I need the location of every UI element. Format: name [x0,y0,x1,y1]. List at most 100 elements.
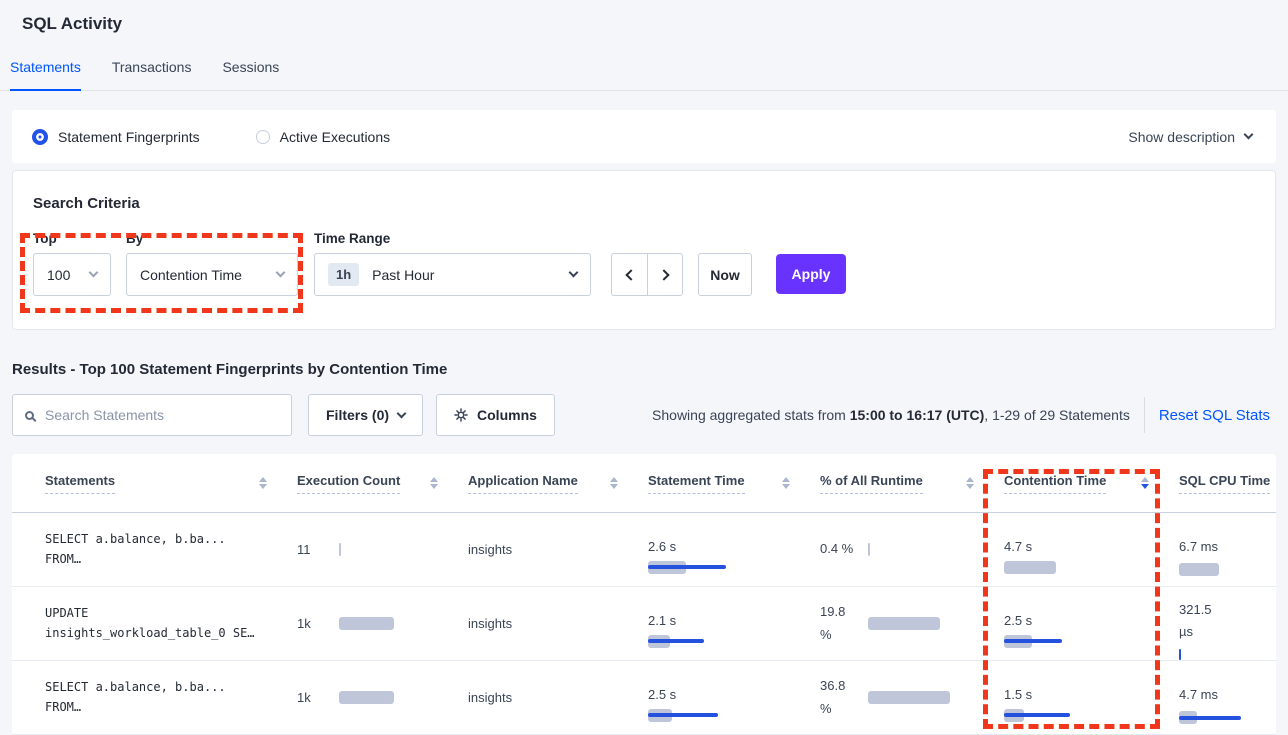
tab-bar: Statements Transactions Sessions [0,59,1288,91]
statement-time-cell: 2.6 s [648,539,820,561]
chevron-left-icon [625,269,636,280]
tab-sessions[interactable]: Sessions [222,59,279,90]
radio-label: Statement Fingerprints [58,129,200,145]
column-header-application-name[interactable]: Application Name [468,473,648,494]
top-select-value: 100 [47,267,90,283]
execution-count-cell: 1k [297,616,468,631]
table-row[interactable]: SELECT a.balance, b.ba... FROM… 11 insig… [12,513,1276,587]
time-range-field: Time Range 1h Past Hour [314,231,611,296]
sort-icon[interactable] [259,477,267,489]
contention-time-cell: 1.5 s [1004,687,1179,709]
previous-time-button[interactable] [611,253,647,296]
execution-count-bar [339,617,449,630]
table-row[interactable]: UPDATE insights_workload_table_0 SE… 1k … [12,587,1276,661]
execution-count-cell: 11 [297,542,468,557]
sql-cpu-time-cell: 4.7 ms [1179,684,1276,711]
statement-time-cell: 2.5 s [648,687,820,709]
statement-cell[interactable]: SELECT a.balance, b.ba... FROM… [45,530,297,570]
sort-icon[interactable] [1141,477,1149,489]
time-range-label: Time Range [314,231,611,246]
radio-label: Active Executions [280,129,391,145]
execution-count-bar [339,543,449,556]
time-nav-group [611,253,683,296]
page-header: SQL Activity [0,0,1288,35]
column-header-execution-count[interactable]: Execution Count [297,473,468,494]
radio-selected-icon[interactable] [32,129,48,145]
runtime-percent-cell: 36.8 % [820,675,1004,719]
by-label: By [126,231,314,246]
statement-cell[interactable]: SELECT a.balance, b.ba... FROM… [45,678,297,718]
aggregated-stats-text: Showing aggregated stats from 15:00 to 1… [652,407,1130,423]
view-toggle-bar: Statement Fingerprints Active Executions… [12,110,1276,163]
time-range-value: Past Hour [372,267,570,283]
show-description-label: Show description [1128,129,1235,145]
now-button[interactable]: Now [698,253,752,296]
chevron-down-icon [276,268,286,278]
sort-icon[interactable] [782,477,790,489]
reset-sql-stats-link[interactable]: Reset SQL Stats [1159,407,1270,424]
radio-unselected-icon[interactable] [256,130,270,144]
statements-table: Statements Execution Count Application N… [12,454,1276,735]
by-select[interactable]: Contention Time [126,253,298,296]
divider [1144,397,1145,433]
application-name-cell: insights [468,541,648,559]
tab-statements[interactable]: Statements [10,59,81,91]
filters-button[interactable]: Filters (0) [308,394,423,436]
runtime-percent-bar [868,617,978,630]
columns-label: Columns [477,407,537,423]
runtime-percent-bar [868,543,978,556]
column-header-percent-of-all-runtime[interactable]: % of All Runtime [820,473,1004,494]
chevron-down-icon [397,408,407,418]
sql-cpu-time-cell: 321.5 µs [1179,599,1276,648]
show-description-toggle[interactable]: Show description [1128,129,1252,145]
execution-count-cell: 1k [297,690,468,705]
statement-cell[interactable]: UPDATE insights_workload_table_0 SE… [45,604,297,644]
results-heading: Results - Top 100 Statement Fingerprints… [12,361,1288,378]
time-range-select[interactable]: 1h Past Hour [314,253,591,296]
column-header-statements[interactable]: Statements [45,473,297,494]
table-row[interactable]: SELECT a.balance, b.ba... FROM… 1k insig… [12,661,1276,735]
search-icon [25,411,34,420]
chevron-right-icon [658,269,669,280]
column-header-contention-time[interactable]: Contention Time [1004,473,1179,494]
column-header-sql-cpu-time[interactable]: SQL CPU Time [1179,473,1276,494]
filters-label: Filters (0) [326,407,389,423]
runtime-percent-cell: 19.8 % [820,601,1004,645]
sql-activity-page: SQL Activity Statements Transactions Ses… [0,0,1288,735]
execution-count-bar [339,691,449,704]
next-time-button[interactable] [647,253,683,296]
radio-statement-fingerprints[interactable]: Statement Fingerprints [32,129,200,145]
by-field: By Contention Time [126,231,314,296]
sql-cpu-time-cell: 6.7 ms [1179,536,1276,563]
sort-icon[interactable] [610,477,618,489]
by-select-value: Contention Time [140,267,277,283]
statement-time-cell: 2.1 s [648,613,820,635]
contention-time-cell: 2.5 s [1004,613,1179,635]
runtime-percent-cell: 0.4 % [820,538,1004,560]
top-label: Top [33,231,126,246]
contention-time-cell: 4.7 s [1004,539,1179,561]
radio-active-executions[interactable]: Active Executions [256,129,391,145]
apply-button[interactable]: Apply [776,254,846,294]
tab-transactions[interactable]: Transactions [112,59,192,90]
sort-icon[interactable] [966,477,974,489]
gear-icon [454,408,468,422]
chevron-down-icon [1244,130,1254,140]
application-name-cell: insights [468,689,648,707]
top-field: Top 100 [33,231,126,296]
chevron-down-icon [569,268,579,278]
stats-time-range: 15:00 to 16:17 (UTC) [850,407,985,423]
columns-button[interactable]: Columns [436,394,555,436]
results-toolbar: Filters (0) Columns Showing aggregated s… [12,394,1276,436]
search-statements-input[interactable] [45,407,279,423]
chevron-down-icon [89,268,99,278]
sort-icon[interactable] [430,477,438,489]
page-title: SQL Activity [22,13,1266,35]
time-range-badge: 1h [328,263,359,286]
column-header-statement-time[interactable]: Statement Time [648,473,820,494]
top-select[interactable]: 100 [33,253,111,296]
view-toggle-group: Statement Fingerprints Active Executions [32,129,390,145]
table-header-row: Statements Execution Count Application N… [12,454,1276,513]
search-statements-box[interactable] [12,394,292,436]
runtime-percent-bar [868,691,978,704]
